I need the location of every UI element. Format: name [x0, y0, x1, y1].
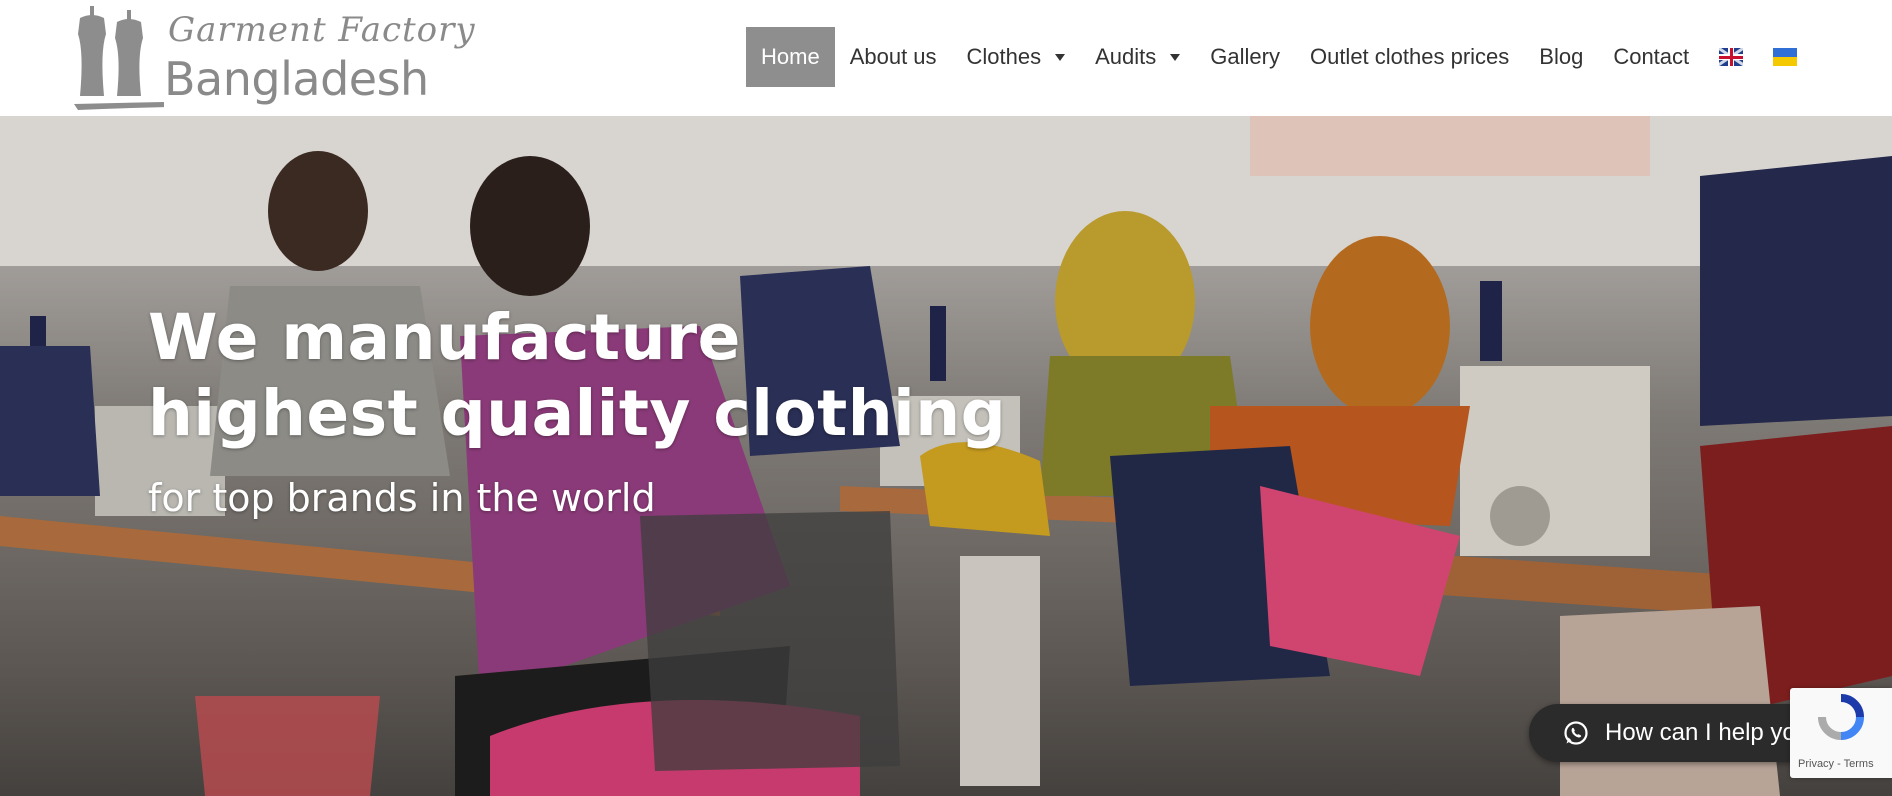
recaptcha-icon [1818, 694, 1864, 740]
site-logo[interactable]: Garment Factory Bangladesh [74, 4, 475, 112]
nav-audits[interactable]: Audits [1080, 27, 1195, 87]
ukraine-flag-icon[interactable] [1773, 48, 1798, 66]
hero-title: We manufacture highest quality clothing [148, 301, 1007, 450]
nav-gallery[interactable]: Gallery [1195, 27, 1295, 87]
nav-home[interactable]: Home [746, 27, 835, 87]
nav-outlet-prices-label: Outlet clothes prices [1309, 44, 1510, 69]
nav-outlet-prices[interactable]: Outlet clothes prices [1295, 27, 1524, 87]
mannequin-icon [74, 6, 164, 110]
nav-about-us[interactable]: About us [835, 27, 952, 87]
logo-tagline: Garment Factory [168, 10, 476, 50]
hero-banner: We manufacture highest quality clothing … [0, 116, 1892, 796]
recaptcha-links[interactable]: Privacy - Terms [1798, 758, 1874, 770]
recaptcha-badge[interactable]: Privacy - Terms [1790, 688, 1892, 778]
nav-clothes-label: Clothes [966, 44, 1042, 69]
caret-down-icon [1170, 53, 1181, 61]
logo-wordmark: Bangladesh [164, 52, 429, 106]
nav-blog[interactable]: Blog [1524, 27, 1598, 87]
nav-blog-label: Blog [1539, 44, 1584, 69]
nav-gallery-label: Gallery [1210, 44, 1280, 69]
caret-down-icon [1055, 53, 1066, 61]
uk-flag-icon[interactable] [1719, 48, 1744, 66]
hero-subtitle: for top brands in the world [148, 476, 656, 520]
site-header: Garment Factory Bangladesh Home About us… [0, 0, 1892, 116]
nav-clothes[interactable]: Clothes [952, 27, 1081, 87]
nav-contact-label: Contact [1613, 44, 1690, 69]
nav-home-label: Home [761, 44, 820, 69]
nav-contact[interactable]: Contact [1598, 27, 1704, 87]
nav-about-us-label: About us [849, 44, 937, 69]
factory-photo-background [0, 116, 1892, 796]
nav-audits-label: Audits [1095, 44, 1157, 69]
main-nav: Home About us Clothes Audits Gallery Out… [746, 27, 1812, 87]
whatsapp-icon [1564, 721, 1588, 745]
